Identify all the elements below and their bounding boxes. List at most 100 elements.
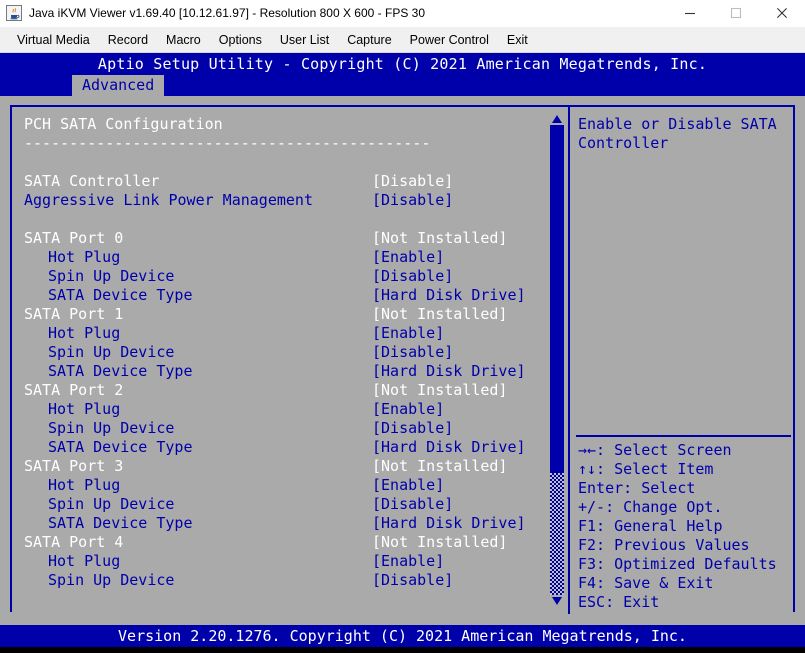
minimize-button[interactable] <box>667 0 713 26</box>
setting-row[interactable]: Hot Plug [Enable] <box>24 400 542 419</box>
bios-tab-underline <box>0 96 805 105</box>
setting-value[interactable]: [Disable] <box>372 172 453 191</box>
setting-value[interactable]: [Disable] <box>372 191 453 210</box>
spacer-row <box>24 210 542 229</box>
section-title: PCH SATA Configuration <box>24 115 542 134</box>
setting-value[interactable]: [Enable] <box>372 476 444 495</box>
setting-row[interactable]: Spin Up Device [Disable] <box>24 495 542 514</box>
setting-value[interactable]: [Not Installed] <box>372 381 507 400</box>
menu-item-capture[interactable]: Capture <box>338 30 400 50</box>
sata-port-row[interactable]: SATA Port 2 [Not Installed] <box>24 381 542 400</box>
setting-value[interactable]: [Not Installed] <box>372 229 507 248</box>
sata-port-row[interactable]: SATA Port 3 [Not Installed] <box>24 457 542 476</box>
setting-row[interactable]: Aggressive Link Power Management [Disable… <box>24 191 542 210</box>
setting-value[interactable]: [Not Installed] <box>372 533 507 552</box>
key-legend-row: F4: Save & Exit <box>578 574 714 592</box>
sata-port-row[interactable]: SATA Port 4 [Not Installed] <box>24 533 542 552</box>
menu-item-options[interactable]: Options <box>210 30 271 50</box>
kvm-console-canvas[interactable]: Aptio Setup Utility - Copyright (C) 2021… <box>0 53 805 653</box>
key-legend-row: F1: General Help <box>578 517 723 535</box>
setting-row[interactable]: Spin Up Device [Disable] <box>24 419 542 438</box>
setting-value[interactable]: [Enable] <box>372 248 444 267</box>
setting-label: SATA Controller <box>24 172 160 190</box>
setting-value[interactable]: [Disable] <box>372 495 453 514</box>
setting-value[interactable]: [Not Installed] <box>372 457 507 476</box>
setting-value[interactable]: [Enable] <box>372 552 444 571</box>
tab-advanced[interactable]: Advanced <box>72 75 165 96</box>
setting-label: Spin Up Device <box>48 495 175 513</box>
setting-label: SATA Device Type <box>48 286 193 304</box>
setting-value[interactable]: [Disable] <box>372 419 453 438</box>
setting-label: Aggressive Link Power Management <box>24 191 313 209</box>
setting-label: SATA Device Type <box>48 514 193 532</box>
sata-port-row[interactable]: SATA Port 0 [Not Installed] <box>24 229 542 248</box>
setting-row[interactable]: SATA Device Type [Hard Disk Drive] <box>24 514 542 533</box>
setting-label: PCH SATA Configuration <box>24 115 223 133</box>
setting-label: SATA Port 3 <box>24 457 124 475</box>
scrollbar-track[interactable] <box>550 125 564 595</box>
setting-label: SATA Port 0 <box>24 229 124 247</box>
triangle-down-icon[interactable] <box>550 595 564 607</box>
setting-label: Hot Plug <box>48 248 121 266</box>
setting-row[interactable]: SATA Device Type [Hard Disk Drive] <box>24 438 542 457</box>
bios-panel-frame: PCH SATA Configuration ------------------… <box>10 105 795 614</box>
setting-value[interactable]: [Hard Disk Drive] <box>372 514 526 533</box>
setting-row[interactable]: Spin Up Device [Disable] <box>24 571 542 590</box>
setting-value[interactable]: [Enable] <box>372 400 444 419</box>
setting-row[interactable]: Spin Up Device [Disable] <box>24 343 542 362</box>
bios-scrollbar[interactable] <box>550 113 564 607</box>
setting-value[interactable]: [Hard Disk Drive] <box>372 438 526 457</box>
key-legend-row: →←: Select Screen <box>578 441 732 459</box>
sata-port-row[interactable]: SATA Port 1 [Not Installed] <box>24 305 542 324</box>
menu-item-exit[interactable]: Exit <box>498 30 537 50</box>
setting-value[interactable]: [Hard Disk Drive] <box>372 362 526 381</box>
setting-label: Spin Up Device <box>48 343 175 361</box>
setting-value[interactable]: [Not Installed] <box>372 305 507 324</box>
setting-value[interactable]: [Disable] <box>372 571 453 590</box>
key-legend-row: ↑↓: Select Item <box>578 460 714 478</box>
menu-item-user-list[interactable]: User List <box>271 30 338 50</box>
triangle-up-icon[interactable] <box>550 113 564 125</box>
setting-label: SATA Port 2 <box>24 381 124 399</box>
help-text: Enable or Disable SATA Controller <box>578 115 786 152</box>
menu-item-record[interactable]: Record <box>99 30 157 50</box>
menu-item-macro[interactable]: Macro <box>157 30 210 50</box>
column-divider <box>568 107 570 614</box>
setting-value[interactable]: [Enable] <box>372 324 444 343</box>
setting-label: Hot Plug <box>48 324 121 342</box>
setting-row[interactable]: Hot Plug [Enable] <box>24 552 542 571</box>
setting-row[interactable]: Spin Up Device [Disable] <box>24 267 542 286</box>
java-coffee-cup-icon <box>6 5 22 21</box>
setting-row[interactable]: SATA Device Type [Hard Disk Drive] <box>24 362 542 381</box>
bios-footer: Version 2.20.1276. Copyright (C) 2021 Am… <box>0 625 805 647</box>
setting-value[interactable]: [Hard Disk Drive] <box>372 286 526 305</box>
key-legend-row: F3: Optimized Defaults <box>578 555 777 573</box>
key-legend-row: F2: Previous Values <box>578 536 750 554</box>
setting-label: Spin Up Device <box>48 419 175 437</box>
key-legend-row: Enter: Select <box>578 479 696 497</box>
key-legend: →←: Select Screen ↑↓: Select Item Enter: S… <box>578 441 793 612</box>
close-button[interactable] <box>759 0 805 26</box>
setting-row[interactable]: Hot Plug [Enable] <box>24 476 542 495</box>
setting-value[interactable]: [Disable] <box>372 267 453 286</box>
help-column: Enable or Disable SATA Controller →←: Se… <box>572 107 795 614</box>
ikvm-viewer-window: Java iKVM Viewer v1.69.40 [10.12.61.97] … <box>0 0 805 653</box>
setting-row[interactable]: Hot Plug [Enable] <box>24 324 542 343</box>
scrollbar-thumb[interactable] <box>550 125 564 473</box>
setting-label: Hot Plug <box>48 552 121 570</box>
setting-value[interactable]: [Disable] <box>372 343 453 362</box>
setting-label: SATA Device Type <box>48 438 193 456</box>
setting-label: SATA Device Type <box>48 362 193 380</box>
menu-item-virtual-media[interactable]: Virtual Media <box>8 30 99 50</box>
bios-screen: Aptio Setup Utility - Copyright (C) 2021… <box>0 53 805 653</box>
setting-label: Hot Plug <box>48 400 121 418</box>
setting-row[interactable]: SATA Device Type [Hard Disk Drive] <box>24 286 542 305</box>
setting-label: SATA Port 1 <box>24 305 124 323</box>
setting-row[interactable]: SATA Controller [Disable] <box>24 172 542 191</box>
setting-label: Hot Plug <box>48 476 121 494</box>
setting-row[interactable]: Hot Plug [Enable] <box>24 248 542 267</box>
window-title: Java iKVM Viewer v1.69.40 [10.12.61.97] … <box>29 6 426 20</box>
maximize-button[interactable] <box>713 0 759 26</box>
menu-item-power-control[interactable]: Power Control <box>401 30 498 50</box>
key-legend-row: +/-: Change Opt. <box>578 498 723 516</box>
